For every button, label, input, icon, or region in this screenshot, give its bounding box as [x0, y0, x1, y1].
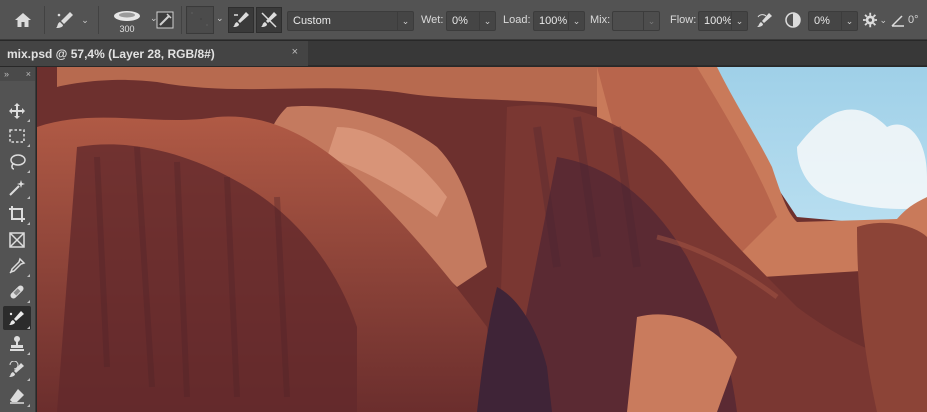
- brush-angle-control[interactable]: 0°: [891, 10, 927, 30]
- brush-size-label: 300: [119, 24, 135, 34]
- crop-tool[interactable]: [3, 202, 31, 226]
- airbrush-icon: [757, 13, 772, 27]
- smoothing-value: 0%: [814, 15, 830, 27]
- airbrush-toggle[interactable]: [754, 9, 776, 31]
- load-brush-after-stroke-toggle[interactable]: [228, 7, 254, 33]
- eraser-icon: [10, 389, 24, 404]
- clean-brush-icon: [261, 12, 277, 28]
- collapse-icon[interactable]: »: [4, 69, 9, 79]
- wet-label: Wet:: [421, 14, 444, 26]
- brush-settings-icon: [156, 11, 174, 29]
- stamp-icon: [10, 336, 24, 351]
- mixer-preset-value: Custom: [293, 15, 331, 27]
- chevron-down-icon: ⌄: [879, 14, 887, 25]
- chevron-down-icon: ⌄: [397, 12, 413, 30]
- chevron-down-icon[interactable]: ⌄: [216, 13, 224, 24]
- wet-input[interactable]: 0% ⌄: [446, 11, 496, 31]
- document-tab-title: mix.psd @ 57,4% (Layer 28, RGB/8#): [7, 46, 215, 61]
- chevron-down-icon: ⌄: [479, 12, 495, 30]
- bandage-icon: [10, 285, 24, 299]
- brush-settings-toggle[interactable]: [154, 9, 176, 31]
- current-brush-load-swatch[interactable]: [186, 6, 214, 34]
- load-brush-icon: [233, 12, 249, 27]
- flow-input[interactable]: 100% ⌄: [698, 11, 748, 31]
- eyedropper-icon: [9, 257, 26, 274]
- frame-icon: [9, 232, 25, 248]
- document-tab[interactable]: mix.psd @ 57,4% (Layer 28, RGB/8#) ×: [0, 41, 308, 66]
- mixer-brush-icon: [9, 311, 24, 325]
- smoothing-input[interactable]: 0% ⌄: [808, 11, 858, 31]
- home-button[interactable]: [10, 8, 36, 32]
- home-icon: [15, 13, 31, 27]
- chevron-down-icon: ⌄: [643, 12, 659, 30]
- brush-preset-picker[interactable]: 300: [104, 4, 150, 38]
- tool-preset-picker[interactable]: ⌄: [50, 8, 94, 32]
- flow-label: Flow:: [670, 14, 697, 26]
- mixer-brush-tool[interactable]: [3, 306, 31, 330]
- lasso-tool[interactable]: [3, 150, 31, 174]
- move-icon: [9, 103, 25, 119]
- marquee-icon: [9, 129, 25, 143]
- marquee-tool[interactable]: [3, 124, 31, 148]
- close-icon[interactable]: ×: [26, 69, 31, 79]
- lasso-icon: [10, 154, 26, 170]
- sample-all-layers-toggle[interactable]: [782, 9, 804, 31]
- swatch-noise-icon: [188, 8, 212, 32]
- crop-icon: [9, 206, 25, 222]
- load-value: 100%: [539, 15, 568, 27]
- mixer-preset-dropdown[interactable]: Custom ⌄: [287, 11, 414, 31]
- mix-input: ⌄: [612, 11, 660, 31]
- magic-wand-tool[interactable]: [3, 176, 31, 200]
- flow-value: 100%: [704, 15, 733, 27]
- angle-value: 0°: [908, 14, 919, 26]
- angle-icon: [891, 15, 904, 27]
- tools-panel-header: » ×: [0, 67, 35, 81]
- clean-brush-after-stroke-toggle[interactable]: [256, 7, 282, 33]
- mix-label: Mix:: [590, 14, 611, 26]
- mixer-brush-icon: [56, 12, 74, 28]
- history-brush-tool[interactable]: [3, 358, 31, 382]
- gear-icon: [863, 12, 878, 28]
- options-bar: ⌄ 300 ⌄ ⌄ Custom ⌄ Wet: 0% ⌄ Load: 100% …: [0, 0, 927, 40]
- move-tool[interactable]: [3, 99, 31, 123]
- half-circle-icon: [785, 12, 801, 28]
- chevron-down-icon: ⌄: [731, 12, 747, 30]
- healing-brush-tool[interactable]: [3, 280, 31, 304]
- eraser-tool[interactable]: [3, 384, 31, 408]
- smoothing-options-button[interactable]: ⌄: [863, 9, 887, 31]
- chevron-down-icon: ⌄: [841, 12, 857, 30]
- chevron-down-icon: ⌄: [568, 12, 584, 30]
- chevron-down-icon: ⌄: [81, 14, 89, 25]
- history-brush-icon: [9, 361, 24, 377]
- clone-stamp-tool[interactable]: [3, 332, 31, 356]
- document-canvas[interactable]: [37, 67, 927, 412]
- load-label: Load:: [503, 14, 531, 26]
- magic-wand-icon: [9, 180, 25, 196]
- frame-tool[interactable]: [3, 228, 31, 252]
- painting-artwork: [37, 67, 927, 412]
- eyedropper-tool[interactable]: [3, 254, 31, 278]
- close-icon[interactable]: ×: [292, 46, 298, 58]
- brush-tip-icon: [114, 11, 140, 21]
- tools-panel: » ×: [0, 67, 36, 412]
- document-tab-bar: mix.psd @ 57,4% (Layer 28, RGB/8#) ×: [0, 41, 927, 66]
- wet-value: 0%: [452, 15, 468, 27]
- load-input[interactable]: 100% ⌄: [533, 11, 585, 31]
